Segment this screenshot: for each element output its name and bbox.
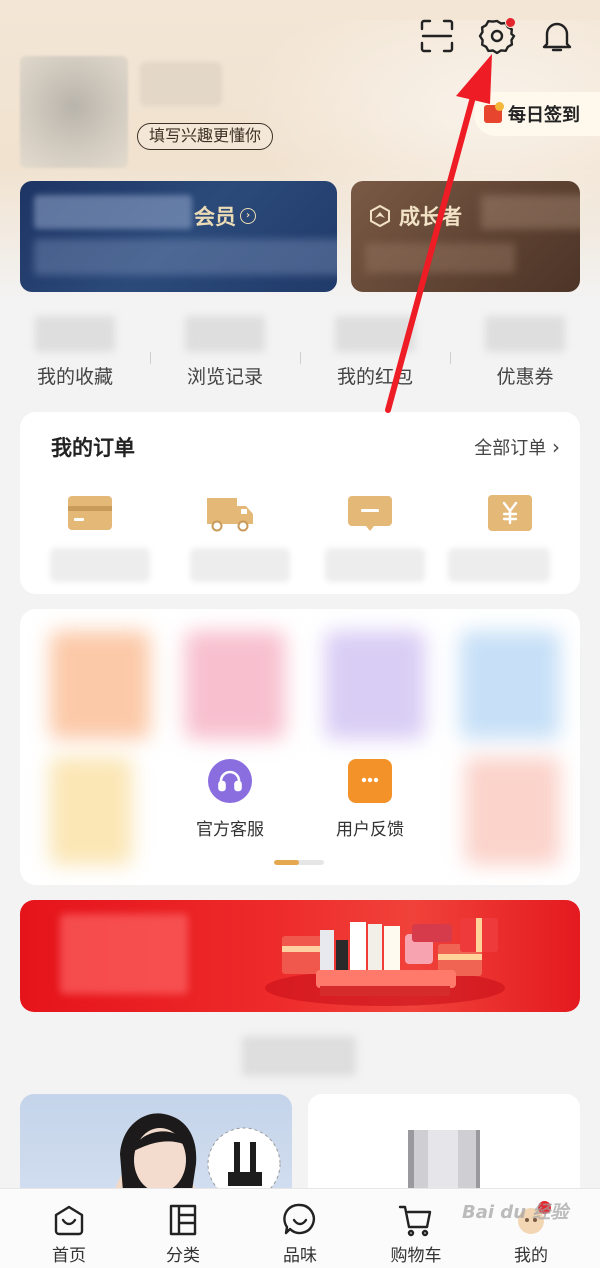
interest-button[interactable]: 填写兴趣更懂你: [137, 123, 274, 150]
avatar[interactable]: [20, 56, 128, 168]
tab-taste[interactable]: 品味: [250, 1203, 350, 1266]
stat-label: 我的收藏: [36, 366, 113, 388]
tab-home[interactable]: 首页: [19, 1203, 119, 1266]
stat-label: 浏览记录: [186, 366, 263, 388]
scan-icon[interactable]: [417, 16, 457, 56]
service-item-blurred[interactable]: [460, 631, 560, 739]
tab-label: 分类: [166, 1246, 200, 1266]
stat-value-blurred: [485, 316, 565, 352]
order-label-blurred: [448, 548, 550, 582]
stat-value-blurred: [335, 316, 415, 352]
tab-label: 首页: [52, 1246, 86, 1266]
tab-category[interactable]: 分类: [133, 1203, 233, 1266]
member-level-blurred: [34, 195, 192, 229]
member-title: 会员 ›: [194, 201, 256, 231]
order-label-blurred: [325, 548, 425, 582]
service-label: 官方客服: [196, 820, 264, 840]
chat-bubble-icon: [348, 759, 392, 803]
stat-value-blurred: [185, 316, 265, 352]
orders-panel: 我的订单 全部订单 ›: [20, 412, 580, 594]
home-icon: [19, 1203, 119, 1237]
checkin-label: 每日签到: [508, 105, 580, 126]
services-panel: 官方客服 用户反馈: [20, 609, 580, 885]
notification-dot: [505, 17, 516, 28]
tab-label: 品味: [283, 1246, 317, 1266]
settings-button[interactable]: [477, 16, 517, 56]
stat-value-blurred: [35, 316, 115, 352]
stat-favorites[interactable]: 我的收藏: [0, 316, 150, 396]
orders-title: 我的订单: [51, 436, 135, 460]
growth-badge-icon: [370, 205, 390, 227]
tab-cart[interactable]: 购物车: [366, 1203, 466, 1266]
stat-history[interactable]: 浏览记录: [150, 316, 300, 396]
service-label: 用户反馈: [336, 820, 404, 840]
service-item-blurred[interactable]: [50, 757, 132, 865]
member-card[interactable]: 会员 ›: [20, 181, 337, 292]
member-info-blurred: [34, 239, 337, 275]
all-orders-link[interactable]: 全部订单 ›: [474, 434, 560, 460]
comment-icon[interactable]: [347, 494, 393, 532]
growth-card[interactable]: 成长者: [351, 181, 580, 292]
watermark: Bai du 经验: [462, 1202, 569, 1223]
promo-banner[interactable]: [20, 900, 580, 1012]
daily-checkin-button[interactable]: 每日签到: [474, 92, 600, 136]
wallet-icon[interactable]: [67, 494, 113, 532]
customer-service-button[interactable]: 官方客服: [170, 759, 290, 840]
tab-label: 我的: [514, 1246, 548, 1266]
chevron-right-icon: ›: [552, 435, 560, 459]
tab-label: 购物车: [390, 1246, 442, 1266]
growth-title: 成长者: [369, 201, 462, 231]
growth-value-blurred: [481, 195, 580, 229]
stat-label: 优惠券: [496, 366, 554, 388]
username-blurred: [140, 62, 222, 106]
service-item-blurred[interactable]: [50, 631, 150, 739]
page-indicator: [274, 860, 324, 865]
page-indicator-fill: [274, 860, 299, 865]
gift-boxes-illustration: [265, 918, 505, 1006]
stat-coupons[interactable]: 优惠券: [450, 316, 600, 396]
checkin-flag-icon: [484, 102, 504, 123]
stat-red-packets[interactable]: 我的红包: [300, 316, 450, 396]
order-label-blurred: [190, 548, 290, 582]
headset-icon: [208, 759, 252, 803]
order-label-blurred: [50, 548, 150, 582]
cart-icon: [366, 1203, 466, 1237]
category-icon: [133, 1203, 233, 1237]
growth-info-blurred: [365, 243, 515, 273]
bell-icon[interactable]: [537, 16, 577, 56]
arrow-right-icon: ›: [240, 208, 256, 224]
stat-label: 我的红包: [336, 366, 413, 388]
section-title-blurred: [242, 1036, 356, 1076]
smile-icon: [250, 1203, 350, 1237]
service-item-blurred[interactable]: [325, 631, 425, 739]
service-item-blurred[interactable]: [185, 631, 285, 739]
service-item-blurred[interactable]: [465, 757, 560, 865]
feedback-button[interactable]: 用户反馈: [310, 759, 430, 840]
refund-icon[interactable]: [487, 494, 533, 532]
truck-icon[interactable]: [205, 494, 255, 532]
